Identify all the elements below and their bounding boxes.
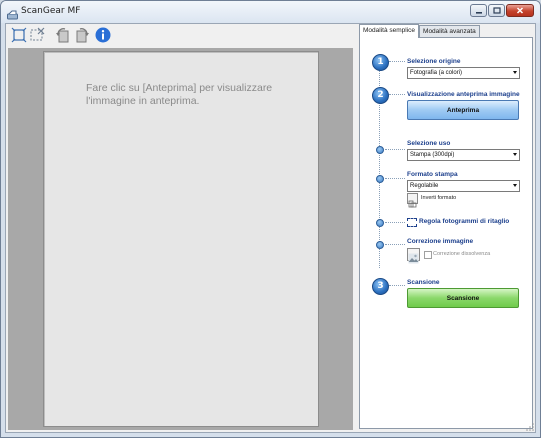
source-select[interactable]: Fotografia (a colori) (407, 67, 520, 79)
tab-advanced-mode[interactable]: Modalità avanzata (419, 25, 480, 37)
preview-button[interactable]: Anteprima (407, 100, 519, 120)
chevron-down-icon (513, 71, 517, 74)
scangear-window: ScanGear MF Fare clic su [Anteprima] per… (0, 0, 541, 438)
rotate-left-icon[interactable] (54, 26, 72, 44)
output-size-section-label: Formato stampa (407, 171, 458, 178)
usage-step-dot (376, 146, 384, 154)
source-select-value: Fotografia (a colori) (410, 70, 463, 76)
scanner-app-icon (7, 6, 18, 20)
preview-placeholder-text: Fare clic su [Anteprima] per visualizzar… (86, 82, 273, 107)
step-1-connector (389, 61, 405, 63)
output-size-step-dot (376, 175, 384, 183)
output-size-connector (385, 178, 405, 180)
fading-correction-label: Correzione dissolvenza (433, 251, 491, 257)
source-section-label: Selezione origine (407, 58, 461, 65)
step-2-connector (389, 94, 405, 96)
crop-frame-icon[interactable] (407, 218, 417, 227)
image-correction-icon (407, 248, 420, 264)
client-area: Fare clic su [Anteprima] per visualizzar… (5, 23, 536, 433)
invert-aspect-ratio-label: Inverti formato (421, 195, 457, 201)
adjust-cropping-frames-link[interactable]: Regola fotogrammi di ritaglio (419, 218, 509, 225)
chevron-down-icon (513, 153, 517, 156)
rotate-right-icon[interactable] (73, 26, 91, 44)
close-button[interactable] (506, 4, 534, 17)
usage-connector (385, 149, 405, 151)
fading-correction-checkbox[interactable] (424, 251, 432, 259)
output-size-select-value: Regolabile (410, 183, 439, 189)
title-bar[interactable]: ScanGear MF (1, 1, 540, 23)
step-3-badge: 3 (372, 278, 389, 295)
autocrop-icon[interactable] (10, 26, 28, 44)
preview-page: Fare clic su [Anteprima] per visualizzar… (43, 51, 319, 427)
usage-section-label: Selezione uso (407, 140, 451, 147)
correction-step-dot (376, 241, 384, 249)
window-controls (470, 4, 534, 17)
step-1-badge: 1 (372, 54, 389, 71)
step-3-connector (389, 285, 405, 287)
usage-select[interactable]: Stampa (300dpi) (407, 149, 520, 161)
invert-aspect-ratio-icon[interactable] (407, 193, 418, 208)
basic-mode-panel: 1 Selezione origine Fotografia (a colori… (359, 37, 533, 429)
resize-grip-icon[interactable] (526, 423, 534, 431)
output-size-select[interactable]: Regolabile (407, 180, 520, 192)
correction-section-label: Correzione immagine (407, 238, 474, 245)
preview-area[interactable]: Fare clic su [Anteprima] per visualizzar… (8, 48, 353, 430)
step-2-badge: 2 (372, 87, 389, 104)
scan-section-label: Scansione (407, 279, 440, 286)
scan-button[interactable]: Scansione (407, 288, 519, 308)
window-title: ScanGear MF (21, 6, 81, 16)
usage-select-value: Stampa (300dpi) (410, 152, 455, 158)
tab-basic-mode[interactable]: Modalità semplice (359, 24, 420, 38)
maximize-button[interactable] (488, 4, 505, 17)
crop-step-dot (376, 219, 384, 227)
settings-panel: Modalità semplice Modalità avanzata 1 Se… (356, 24, 535, 432)
minimize-button[interactable] (470, 4, 487, 17)
preview-toolbar (6, 24, 354, 46)
info-icon[interactable] (94, 26, 112, 44)
preview-section-label: Visualizzazione anteprima immagine (407, 91, 520, 98)
remove-crop-icon[interactable] (28, 26, 46, 44)
chevron-down-icon (513, 184, 517, 187)
crop-connector (385, 222, 405, 224)
correction-connector (385, 244, 405, 246)
